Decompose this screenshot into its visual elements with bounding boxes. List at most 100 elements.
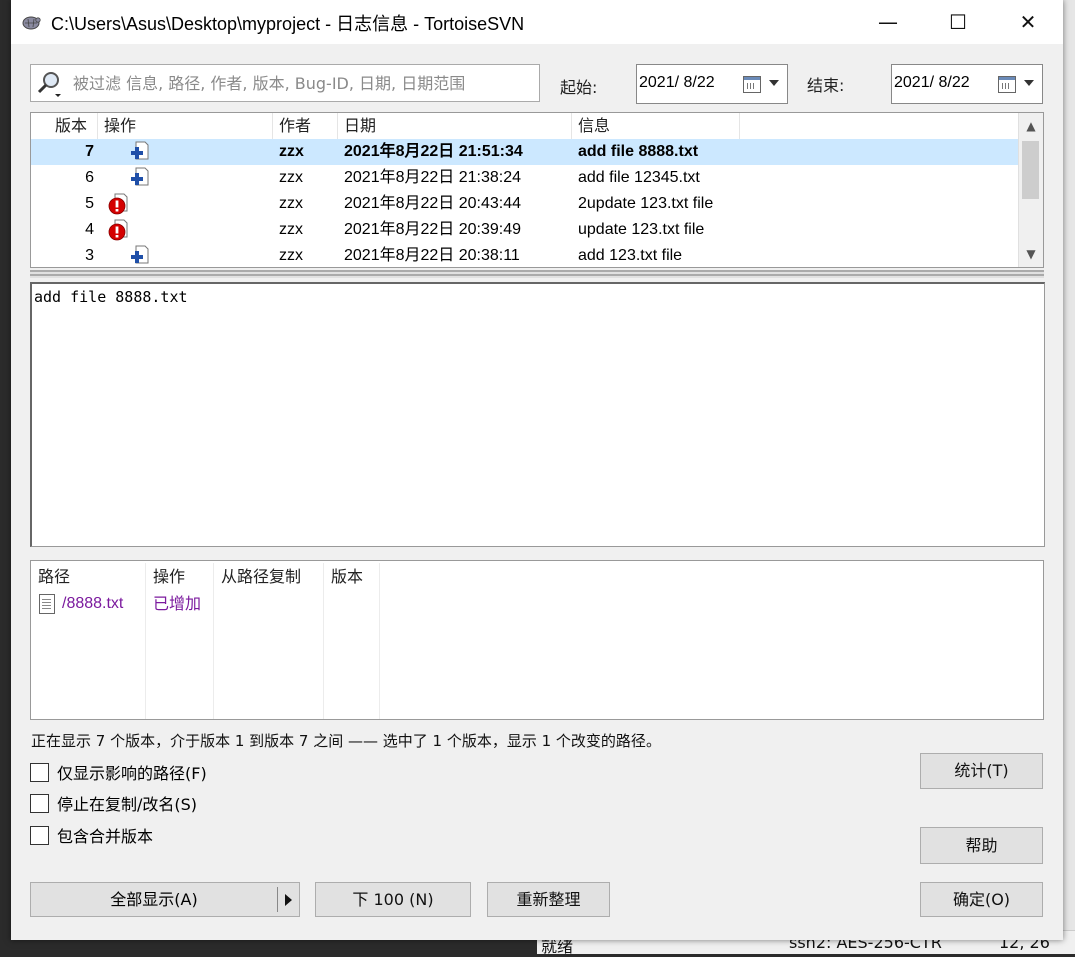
pane-splitter[interactable] [30,270,1044,278]
revision-message: add file 8888.txt [578,143,699,160]
ok-button[interactable]: 确定(O) [920,882,1043,917]
revision-list[interactable]: 版本 操作 作者 日期 信息 7 zzx 2021年8月22日 21:51:34 ad… [30,112,1044,268]
revision-date: 2021年8月22日 20:38:11 [344,247,520,264]
col-header-date[interactable]: 日期 [338,113,572,139]
revision-list-header: 版本 操作 作者 日期 信息 [31,113,740,139]
title-bar[interactable]: C:\Users\Asus\Desktop\myproject - 日志信息 -… [11,0,1063,44]
revision-number: 6 [85,169,94,186]
table-row[interactable]: 7 zzx 2021年8月22日 21:51:34 add file 8888.txt [31,139,1019,165]
affected-only-checkbox[interactable]: 仅显示影响的路径(F) [30,761,207,783]
revision-message: 2update 123.txt file [578,195,714,212]
calendar-icon[interactable] [998,76,1016,93]
col-header-path-action[interactable]: 操作 [146,563,214,719]
revision-date: 2021年8月22日 20:39:49 [344,221,522,238]
checkbox-box[interactable] [30,793,49,813]
revision-number: 5 [85,195,94,212]
minimize-icon: — [878,10,898,34]
checkbox-label: 仅显示影响的路径(F) [57,764,207,783]
calendar-icon[interactable] [743,76,761,93]
dialog-content: 起始: 2021/ 8/22 结束: 2021/ 8/22 版本 操作 作者 日… [11,44,1063,940]
col-header-path[interactable]: 路径 [31,563,146,719]
table-row[interactable]: 5 zzx 2021年8月22日 20:43:44 2update 123.txt f… [31,191,1019,217]
changed-paths-list[interactable]: 路径 操作 从路径复制 版本 /8888.txt 已增加 [30,560,1044,720]
window-title: C:\Users\Asus\Desktop\myproject - 日志信息 -… [51,14,525,34]
close-button[interactable]: ✕ [993,0,1063,44]
maximize-button[interactable]: ☐ [923,0,993,44]
start-date-value: 2021/ 8/22 [639,74,715,91]
file-icon [39,594,55,614]
revision-action [98,243,273,267]
revision-number: 3 [85,247,94,264]
search-icon[interactable] [35,70,65,98]
chevron-down-icon[interactable] [769,80,779,86]
help-button[interactable]: 帮助 [920,827,1043,864]
end-date-picker[interactable]: 2021/ 8/22 [891,64,1043,104]
message-text: add file 8888.txt [34,288,188,306]
modified-icon [108,193,128,215]
changed-path: /8888.txt [62,595,124,612]
show-all-button[interactable]: 全部显示(A) [30,882,300,917]
maximize-icon: ☐ [949,10,967,34]
revision-author: zzx [279,169,303,186]
table-row[interactable]: 4 zzx 2021年8月22日 20:39:49 update 123.txt fi… [31,217,1019,243]
scroll-thumb[interactable] [1022,141,1039,199]
stats-button[interactable]: 统计(T) [920,753,1043,789]
revision-date: 2021年8月22日 21:38:24 [344,169,522,186]
end-date-label: 结束: [807,76,845,95]
col-header-author[interactable]: 作者 [273,113,338,139]
checkbox-box[interactable] [30,762,49,782]
changed-paths-header: 路径 操作 从路径复制 版本 [31,563,380,719]
scroll-up-icon[interactable]: ▲ [1019,113,1043,139]
revision-list-scrollbar[interactable]: ▲ ▼ [1018,113,1043,267]
revision-action [98,139,273,165]
split-divider [277,887,278,912]
checkbox-label: 包含合并版本 [57,827,154,846]
start-date-picker[interactable]: 2021/ 8/22 [636,64,788,104]
col-header-path-rev[interactable]: 版本 [324,563,380,719]
next-100-button[interactable]: 下 100 (N) [315,882,471,917]
revision-author: zzx [279,143,304,160]
status-text: 正在显示 7 个版本，介于版本 1 到版本 7 之间 —— 选中了 1 个版本，… [31,732,661,750]
changed-path-action: 已增加 [153,594,202,613]
show-all-label[interactable]: 全部显示(A) [31,883,277,916]
revision-date: 2021年8月22日 20:43:44 [344,195,522,212]
chevron-right-icon[interactable] [285,894,292,906]
background-window-edge [1063,0,1075,940]
table-row[interactable]: 3 zzx 2021年8月22日 20:38:11 add 123.txt file [31,243,1019,267]
revision-action [98,217,273,243]
revision-author: zzx [279,247,303,264]
start-date-label: 起始: [560,78,598,97]
revision-action [98,165,273,191]
checkbox-box[interactable] [30,825,49,845]
filter-input[interactable] [71,71,535,95]
col-header-action[interactable]: 操作 [98,113,273,139]
filter-box[interactable] [30,64,540,102]
minimize-button[interactable]: — [853,0,923,44]
revision-author: zzx [279,195,303,212]
table-row[interactable]: 6 zzx 2021年8月22日 21:38:24 add file 12345.tx… [31,165,1019,191]
col-header-rev[interactable]: 版本 [31,113,98,139]
message-pane[interactable]: add file 8888.txt [30,282,1045,547]
revision-message: add 123.txt file [578,247,683,264]
scroll-down-icon[interactable]: ▼ [1019,241,1043,267]
add-icon [131,167,149,186]
tortoise-icon [22,16,41,30]
col-header-message[interactable]: 信息 [572,113,740,139]
revision-message: add file 12345.txt [578,169,700,186]
stop-on-copy-checkbox[interactable]: 停止在复制/改名(S) [30,792,197,814]
revision-number: 7 [85,143,94,160]
revision-author: zzx [279,221,303,238]
refresh-button[interactable]: 重新整理 [487,882,610,917]
col-header-copyfrom[interactable]: 从路径复制 [214,563,324,719]
modified-icon [108,219,128,241]
chevron-down-icon[interactable] [1024,80,1034,86]
log-dialog: C:\Users\Asus\Desktop\myproject - 日志信息 -… [11,0,1063,940]
revision-date: 2021年8月22日 21:51:34 [344,143,523,160]
revision-number: 4 [85,221,94,238]
table-row[interactable]: /8888.txt 已增加 [31,591,214,617]
close-icon: ✕ [1019,10,1037,34]
end-date-value: 2021/ 8/22 [894,74,970,91]
checkbox-label: 停止在复制/改名(S) [57,795,198,814]
revision-message: update 123.txt file [578,221,705,238]
include-merged-checkbox[interactable]: 包含合并版本 [30,824,153,846]
